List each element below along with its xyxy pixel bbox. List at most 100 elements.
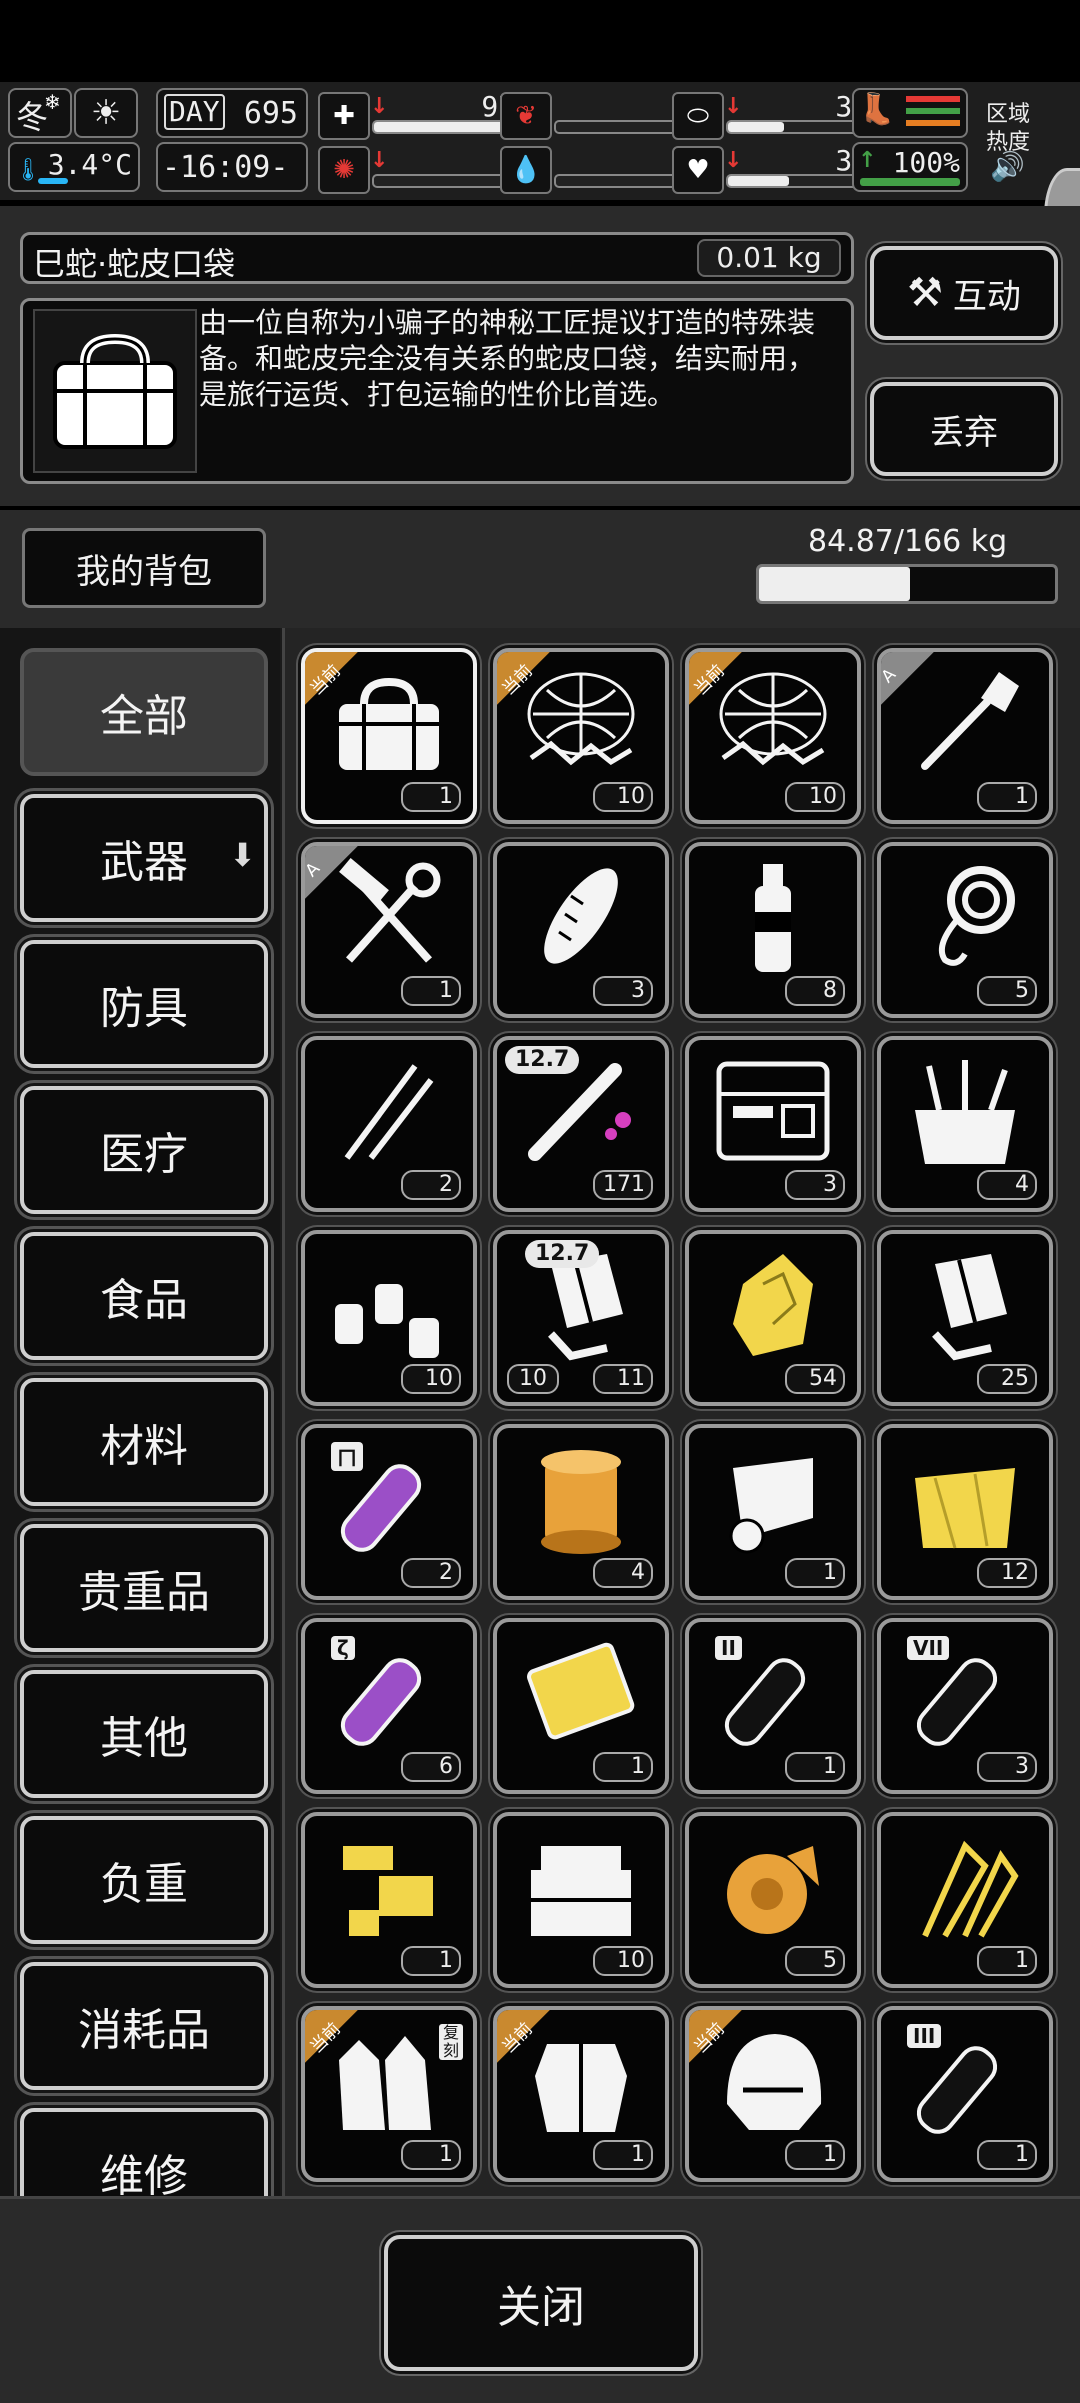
category-tab[interactable]: 材料 [20, 1378, 268, 1506]
inventory-slot[interactable]: ㄇ2 [301, 1424, 477, 1600]
water-bottle-icon [703, 856, 843, 976]
item-count: 2 [401, 1170, 461, 1200]
item-count: 10 [593, 782, 653, 812]
thread-spool-icon [511, 1438, 651, 1558]
tube-label: ㄇ [331, 1442, 363, 1471]
status-bar: 冬 ❄ ☀ 🌡 3.4°C DAY 695 -16:09- ✚ ↓ 97% ❦ … [0, 82, 1080, 264]
item-count: 25 [977, 1364, 1037, 1394]
inventory-slot[interactable]: 12.7 10 11 [493, 1230, 669, 1406]
inventory-slot[interactable]: 当前 10 [493, 648, 669, 824]
item-weight: 0.01 kg [697, 239, 841, 277]
item-grid: 当前 1 当前 10 当前 10 A 1 A 1 3 8 5 2 12.7 171 3 4 10 12.7 10 11 54… [282, 628, 1080, 2198]
bread-icon [511, 856, 651, 976]
gold-parts-icon [319, 1826, 459, 1946]
inventory-slot[interactable]: 2 [301, 1036, 477, 1212]
inventory-slot[interactable]: 4 [877, 1036, 1053, 1212]
item-count: 1 [401, 2140, 461, 2170]
category-tab[interactable]: 医疗 [20, 1086, 268, 1214]
category-label: 负重 [100, 1859, 188, 1910]
item-count: 3 [785, 1170, 845, 1200]
inventory-slot[interactable]: III 1 [877, 2006, 1053, 2182]
medkit-icon: ✚ [318, 92, 370, 140]
inventory-slot[interactable]: 当前 1 [685, 2006, 861, 2182]
tube-label: VII [907, 1636, 950, 1660]
inventory-slot[interactable]: 3 [493, 842, 669, 1018]
item-count: 1 [785, 2140, 845, 2170]
item-detail-box: 由一位自称为小骗子的神秘工匠提议打造的特殊装备。和蛇皮完全没有关系的蛇皮口袋，结… [20, 298, 854, 484]
item-description: 由一位自称为小骗子的神秘工匠提议打造的特殊装备。和蛇皮完全没有关系的蛇皮口袋，结… [199, 306, 816, 411]
stamina-stripe [906, 108, 960, 114]
inventory-slot[interactable]: 54 [685, 1230, 861, 1406]
inventory-slot[interactable]: VII 3 [877, 1618, 1053, 1794]
item-count: 1 [977, 782, 1037, 812]
cloth-icon [895, 1438, 1035, 1558]
slot-tag: A [305, 846, 387, 928]
trend-down-icon: ↓ [370, 94, 389, 119]
boot-icon: 👢 [858, 92, 896, 127]
inventory-slot[interactable]: 当前 10 [685, 648, 861, 824]
discard-label: 丢弃 [930, 412, 998, 453]
slot-tag: 当前 [689, 2010, 771, 2092]
inventory-slot[interactable]: 1 [301, 1812, 477, 1988]
item-count: 12 [977, 1558, 1037, 1588]
inventory-slot[interactable]: 4 [493, 1424, 669, 1600]
bottles-icon [319, 1244, 459, 1364]
inventory-slot[interactable]: 10 [493, 1812, 669, 1988]
inventory-slot[interactable]: 8 [685, 842, 861, 1018]
interact-button[interactable]: ⚒ 互动 [870, 246, 1058, 340]
inventory-slot[interactable]: A1 [301, 842, 477, 1018]
category-tab[interactable]: 武器 ⬇ [20, 794, 268, 922]
category-tab[interactable]: 食品 [20, 1232, 268, 1360]
item-count: 10 [785, 782, 845, 812]
category-tab[interactable]: 防具 [20, 940, 268, 1068]
day-label: DAY [164, 94, 225, 130]
discard-button[interactable]: 丢弃 [870, 382, 1058, 476]
category-tab[interactable]: 负重 [20, 1816, 268, 1944]
inventory-slot[interactable]: 12 [877, 1424, 1053, 1600]
slot-tag: 当前 [497, 652, 579, 734]
item-count: 54 [785, 1364, 845, 1394]
stamina-value: 100% [892, 146, 960, 179]
capacity-text: 84.87/166 kg [808, 524, 1008, 559]
hand-hammer-icon: ⚒ [907, 270, 943, 316]
inventory-slot[interactable]: 5 [685, 1812, 861, 1988]
trend-down-icon: ↓ [370, 148, 389, 173]
category-sidebar: 全部 武器 ⬇ 防具 医疗 食品 材料 贵重品 其他 负重 消耗品 维修 [0, 628, 280, 2236]
slot-tag: 当前 [305, 652, 387, 734]
category-tab[interactable]: 贵重品 [20, 1524, 268, 1652]
category-label: 材料 [100, 1421, 188, 1472]
inventory-slot[interactable]: 当前 1 [493, 2006, 669, 2182]
speaker-icon[interactable]: 🔊 [990, 150, 1025, 183]
inventory-slot[interactable]: 1 [877, 1812, 1053, 1988]
inventory-slot[interactable]: 当前 1 [301, 648, 477, 824]
toolkit-icon [703, 1050, 843, 1170]
stamina-stripe [906, 96, 960, 102]
tube-label: ζ [331, 1636, 355, 1660]
inventory-slot[interactable]: 复刻 当前 1 [301, 2006, 477, 2182]
item-count: 11 [593, 1364, 653, 1394]
inventory-slot[interactable]: 10 [301, 1230, 477, 1406]
close-button[interactable]: 关闭 [384, 2235, 698, 2371]
inventory-slot[interactable]: II 1 [685, 1618, 861, 1794]
inventory-slot[interactable]: 1 [685, 1424, 861, 1600]
item-count: 1 [593, 2140, 653, 2170]
virus-icon: ✺ [318, 146, 370, 194]
inventory-slot[interactable]: A1 [877, 648, 1053, 824]
close-label: 关闭 [497, 2282, 585, 2333]
sun-icon: ☀ [74, 88, 138, 138]
stamina-box: 👢 [852, 88, 968, 138]
category-tab[interactable]: 其他 [20, 1670, 268, 1798]
category-tab[interactable]: 消耗品 [20, 1962, 268, 2090]
category-tab[interactable]: 全部 [20, 648, 268, 776]
item-count: 1 [785, 1752, 845, 1782]
inventory-slot[interactable]: 12.7 171 [493, 1036, 669, 1212]
inventory-slot[interactable]: 1 [493, 1618, 669, 1794]
gold-ore-icon [703, 1244, 843, 1364]
inventory-slot[interactable]: ζ6 [301, 1618, 477, 1794]
inventory-slot[interactable]: 5 [877, 842, 1053, 1018]
inventory-slot[interactable]: 25 [877, 1230, 1053, 1406]
parts-box-icon [511, 1826, 651, 1946]
inventory-slot[interactable]: 3 [685, 1036, 861, 1212]
item-count: 5 [977, 976, 1037, 1006]
item-count: 4 [593, 1558, 653, 1588]
